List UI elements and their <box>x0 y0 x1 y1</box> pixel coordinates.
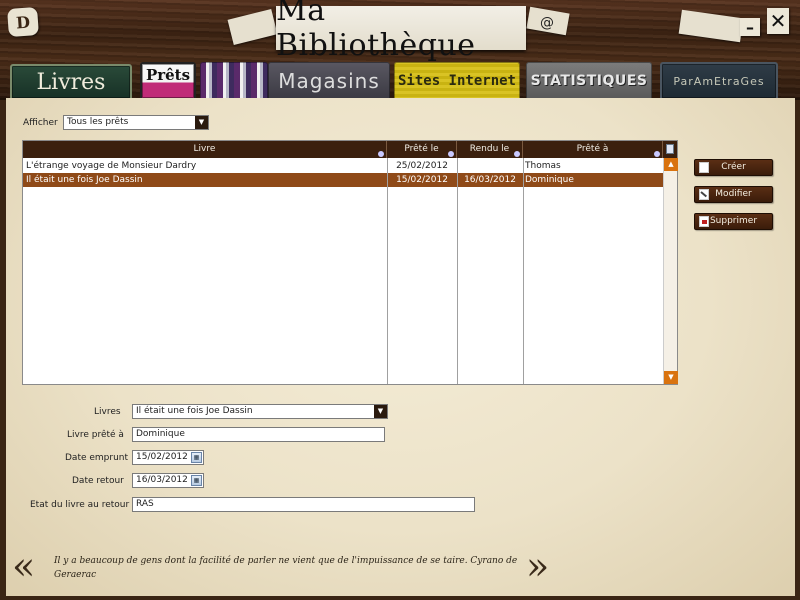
calendar-icon[interactable]: ▦ <box>191 475 202 486</box>
sort-icon <box>448 151 454 157</box>
filter-select[interactable]: Tous les prêts ▼ <box>63 115 209 130</box>
tab-sites-internet[interactable]: Sites Internet <box>394 62 520 100</box>
tab-prets[interactable]: Prêts <box>140 62 196 100</box>
filter-select-value: Tous les prêts <box>67 117 129 127</box>
cell-prete-le: 15/02/2012 <box>396 175 448 185</box>
table-header: Livre Prêté le Rendu le Prêté à <box>23 141 663 158</box>
prete-a-input[interactable]: Dominique <box>132 427 385 442</box>
tab-livres-label: Livres <box>36 69 106 95</box>
app-logo-icon[interactable]: D <box>7 6 39 38</box>
column-divider <box>523 158 524 384</box>
decorative-paper-scrap <box>227 8 278 46</box>
table-scrollbar[interactable]: ▲ ▼ <box>663 158 678 384</box>
tab-sites-internet-label: Sites Internet <box>397 72 516 89</box>
tab-livres[interactable]: Livres <box>10 64 132 100</box>
cell-prete-a: Thomas <box>525 161 561 171</box>
date-retour-label: Date retour <box>72 476 124 486</box>
calendar-icon[interactable]: ▦ <box>191 452 202 463</box>
close-button[interactable]: ✕ <box>767 8 789 34</box>
tab-statistiques-label: STATISTIQUES <box>530 73 648 89</box>
cell-rendu-le <box>457 159 523 173</box>
delete-button[interactable]: Supprimer <box>694 213 773 230</box>
tab-parametrages[interactable]: ParAmEtraGes <box>660 62 778 100</box>
table-row-selected[interactable]: Il était une fois Joe Dassin 15/02/2012 … <box>23 173 663 187</box>
loans-panel: Afficher Tous les prêts ▼ Livre Prêté le… <box>6 98 795 596</box>
loans-table: Livre Prêté le Rendu le Prêté à L'étrang… <box>22 140 678 385</box>
livres-select-value: Il était une fois Joe Dassin <box>136 406 253 416</box>
cell-prete-a: Dominique <box>525 175 574 185</box>
column-header-prete-le[interactable]: Prêté le <box>387 141 457 158</box>
create-button[interactable]: Créer <box>694 159 773 176</box>
edit-document-icon <box>699 189 709 200</box>
decorative-paper-scrap <box>678 9 744 43</box>
filter-label: Afficher <box>23 118 58 128</box>
table-row[interactable]: L'étrange voyage de Monsieur Dardry 25/0… <box>23 159 663 173</box>
sort-icon <box>514 151 520 157</box>
main-navigation: Livres Prêts Magasins Sites Internet STA… <box>0 58 800 100</box>
cell-livre: Il était une fois Joe Dassin <box>26 175 143 185</box>
scroll-down-icon[interactable]: ▼ <box>664 371 678 384</box>
etat-label: Etat du livre au retour <box>30 500 130 510</box>
app-title-banner: Ma Bibliothèque <box>276 0 526 63</box>
scroll-up-icon[interactable]: ▲ <box>664 158 678 171</box>
column-picker-icon <box>666 144 674 154</box>
next-quote-icon[interactable]: » <box>526 546 549 586</box>
tab-magasins-label: Magasins <box>278 69 380 93</box>
tab-prets-label: Prêts <box>145 66 191 84</box>
chevron-down-icon[interactable]: ▼ <box>195 116 208 129</box>
column-header-livre[interactable]: Livre <box>23 141 387 158</box>
new-document-icon <box>699 162 709 173</box>
tab-statistiques[interactable]: STATISTIQUES <box>526 62 652 100</box>
cell-rendu-le: 16/03/2012 <box>464 175 516 185</box>
chevron-down-icon[interactable]: ▼ <box>374 405 387 418</box>
date-retour-input[interactable]: 16/03/2012 ▦ <box>132 473 204 488</box>
column-header-rendu-le[interactable]: Rendu le <box>457 141 523 158</box>
previous-quote-icon[interactable]: « <box>12 546 35 586</box>
tab-books-decoration[interactable] <box>200 62 268 100</box>
email-icon[interactable]: @ <box>538 14 556 32</box>
tab-parametrages-label: ParAmEtraGes <box>673 74 765 88</box>
cell-prete-le: 25/02/2012 <box>396 161 448 171</box>
prete-a-label: Livre prêté à <box>67 430 124 440</box>
table-column-picker[interactable] <box>663 141 677 158</box>
sort-icon <box>654 151 660 157</box>
livres-select[interactable]: Il était une fois Joe Dassin ▼ <box>132 404 388 419</box>
column-divider <box>457 158 458 384</box>
column-divider <box>387 158 388 384</box>
edit-button[interactable]: Modifier <box>694 186 773 203</box>
minimize-button[interactable]: – <box>740 18 760 37</box>
app-title: Ma Bibliothèque <box>276 0 476 63</box>
column-header-prete-a[interactable]: Prêté à <box>523 141 663 158</box>
quote-text: Il y a beaucoup de gens dont la facilité… <box>54 556 518 580</box>
sort-icon <box>378 151 384 157</box>
etat-input[interactable]: RAS <box>132 497 475 512</box>
date-emprunt-label: Date emprunt <box>65 453 129 463</box>
delete-document-icon <box>699 216 709 227</box>
tab-magasins[interactable]: Magasins <box>268 62 390 100</box>
date-emprunt-input[interactable]: 15/02/2012 ▦ <box>132 450 204 465</box>
livres-label: Livres <box>94 407 121 417</box>
cell-livre: L'étrange voyage de Monsieur Dardry <box>26 161 197 171</box>
